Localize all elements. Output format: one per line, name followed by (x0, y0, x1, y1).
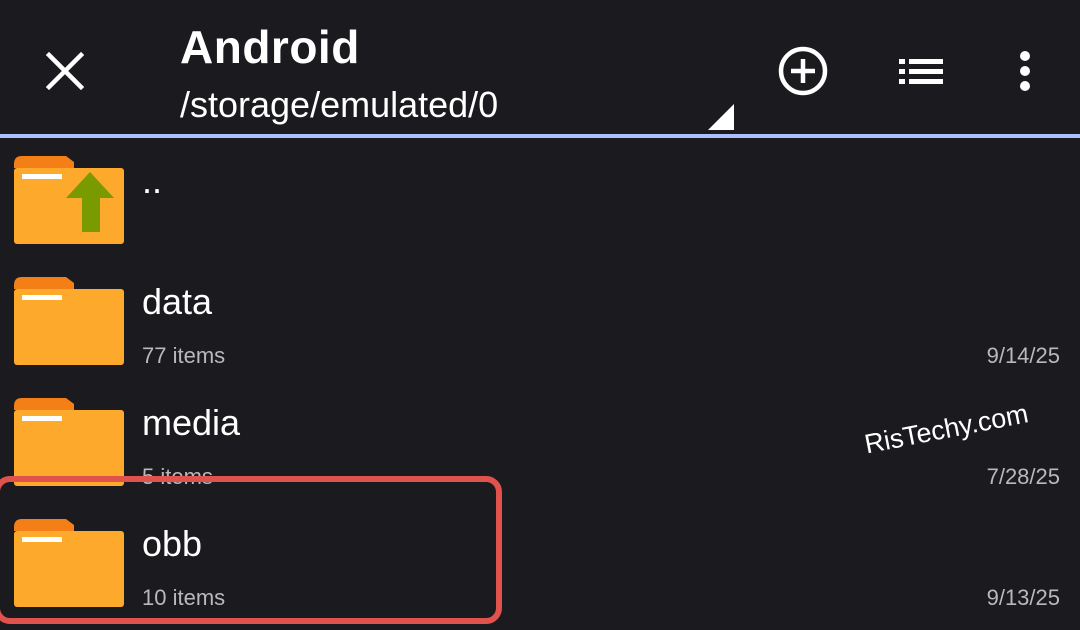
item-name: media (142, 402, 241, 443)
file-list: .. data 77 items 9/14/25 media 5 items 7… (0, 138, 1080, 622)
item-date: 9/14/25 (986, 343, 1060, 368)
folder-icon (14, 519, 124, 607)
item-date: 9/13/25 (986, 585, 1060, 610)
folder-up-icon (14, 156, 124, 244)
add-button[interactable] (776, 44, 830, 98)
close-icon (45, 51, 85, 91)
list-view-icon (899, 59, 943, 84)
list-item-parent[interactable]: .. (0, 138, 1080, 259)
dropdown-corner-icon (708, 104, 734, 130)
item-count: 77 items (142, 343, 226, 368)
folder-icon (14, 398, 124, 486)
folder-icon (14, 277, 124, 365)
page-title: Android (180, 21, 360, 73)
more-vert-icon (1020, 51, 1030, 91)
item-count: 5 items (142, 464, 213, 489)
close-button[interactable] (40, 46, 90, 96)
item-date: 7/28/25 (986, 464, 1060, 489)
overflow-menu-button[interactable] (998, 44, 1052, 98)
list-item-data[interactable]: data 77 items 9/14/25 (0, 259, 1080, 380)
current-path: /storage/emulated/0 (180, 84, 499, 125)
list-item-obb[interactable]: obb 10 items 9/13/25 (0, 501, 1080, 622)
add-circle-icon (778, 46, 828, 96)
location-dropdown[interactable]: Android /storage/emulated/0 (180, 18, 740, 134)
item-name: obb (142, 523, 203, 564)
file-manager-screen: Android /storage/emulated/0 .. data 77 i… (0, 0, 1080, 630)
view-mode-button[interactable] (894, 44, 948, 98)
item-name: .. (142, 160, 163, 201)
app-toolbar: Android /storage/emulated/0 (0, 0, 1080, 134)
item-count: 10 items (142, 585, 226, 610)
item-name: data (142, 281, 213, 322)
